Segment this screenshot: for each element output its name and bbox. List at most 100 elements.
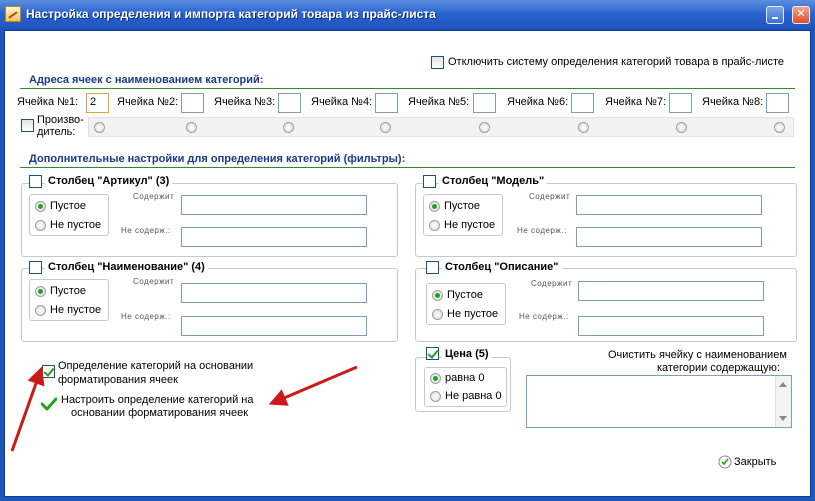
cell-7-label: Ячейка №7: — [605, 96, 667, 108]
close-window-button[interactable]: ✕ — [792, 6, 810, 24]
manufacturer-label-2: дитель: — [37, 126, 76, 138]
price-eq-label: равна 0 — [445, 372, 485, 384]
name-checkbox[interactable] — [29, 261, 42, 274]
cell-6-label: Ячейка №6: — [507, 96, 569, 108]
filters-section-title: Дополнительные настройки для определения… — [29, 153, 406, 165]
article-not-empty-radio[interactable] — [35, 220, 46, 231]
close-action-icon — [718, 455, 732, 469]
article-not-empty-label: Не пустое — [50, 219, 102, 231]
description-radio-box: Пустое Не пустое — [426, 283, 506, 325]
price-radio-box: равна 0 Не равна 0 — [424, 367, 507, 407]
cell-1-label: Ячейка №1: — [17, 96, 79, 108]
cell-4-input[interactable] — [375, 93, 398, 113]
price-eq-radio[interactable] — [430, 373, 441, 384]
window-title: Настройка определения и импорта категори… — [26, 7, 436, 21]
clear-cell-textarea[interactable] — [526, 375, 792, 428]
model-contains-input[interactable] — [576, 195, 762, 215]
manufacturer-radio-5[interactable] — [479, 122, 490, 133]
cells-section-divider — [20, 88, 795, 89]
manufacturer-radio-1[interactable] — [94, 122, 105, 133]
filters-section-divider — [20, 167, 795, 168]
description-empty-label: Пустое — [447, 289, 483, 301]
model-radio-box: Пустое Не пустое — [423, 194, 503, 236]
cell-2-label: Ячейка №2: — [117, 96, 179, 108]
name-radio-box: Пустое Не пустое — [29, 279, 109, 321]
model-not-contains-input[interactable] — [576, 227, 762, 247]
cell-8-input[interactable] — [766, 93, 789, 113]
scroll-down-icon[interactable] — [779, 416, 787, 421]
minimize-icon — [772, 17, 778, 19]
name-empty-radio[interactable] — [35, 286, 46, 297]
manufacturer-radio-8[interactable] — [774, 122, 785, 133]
description-checkbox[interactable] — [426, 261, 439, 274]
cell-2-input[interactable] — [181, 93, 204, 113]
annotation-arrows — [10, 365, 358, 452]
cell-7-input[interactable] — [669, 93, 692, 113]
clear-cell-scrollbar[interactable] — [775, 376, 791, 427]
article-contains-label: Содержит — [133, 192, 175, 201]
article-title: Столбец "Артикул" (3) — [45, 175, 173, 187]
description-not-empty-radio[interactable] — [432, 309, 443, 320]
description-not-contains-label: Не содерж.: — [519, 312, 569, 321]
manufacturer-checkbox[interactable] — [21, 119, 34, 132]
article-contains-input[interactable] — [181, 195, 367, 215]
name-not-contains-input[interactable] — [181, 316, 367, 336]
annotation-arrow-left — [10, 366, 45, 452]
cell-4-label: Ячейка №4: — [311, 96, 373, 108]
model-not-empty-radio[interactable] — [429, 220, 440, 231]
cell-1-input[interactable]: 2 — [86, 93, 109, 113]
cells-section-title: Адреса ячеек с наименованием категорий: — [29, 74, 264, 86]
description-not-contains-input[interactable] — [578, 316, 764, 336]
price-title: Цена (5) — [442, 348, 492, 360]
model-checkbox[interactable] — [423, 175, 436, 188]
app-icon — [5, 6, 21, 22]
model-not-empty-label: Не пустое — [444, 219, 496, 231]
disable-system-checkbox[interactable] — [431, 56, 444, 69]
name-not-empty-label: Не пустое — [50, 304, 102, 316]
manufacturer-radio-7[interactable] — [676, 122, 687, 133]
cell-3-label: Ячейка №3: — [214, 96, 276, 108]
name-not-contains-label: Не содерж.: — [121, 312, 171, 321]
disable-system-label: Отключить систему определения категорий … — [448, 56, 785, 68]
dialog-body: Отключить систему определения категорий … — [4, 30, 811, 497]
description-empty-radio[interactable] — [432, 290, 443, 301]
manufacturer-label-1: Произво- — [37, 114, 84, 126]
article-empty-radio[interactable] — [35, 201, 46, 212]
name-title: Столбец "Наименование" (4) — [45, 261, 208, 273]
price-checkbox[interactable] — [426, 347, 439, 360]
description-not-empty-label: Не пустое — [447, 308, 499, 320]
scroll-up-icon[interactable] — [779, 382, 787, 387]
clear-cell-label-1: Очистить ячейку с наименованием — [608, 349, 787, 361]
manufacturer-radio-6[interactable] — [578, 122, 589, 133]
article-empty-label: Пустое — [50, 200, 86, 212]
article-checkbox[interactable] — [29, 175, 42, 188]
article-not-contains-label: Не содерж.: — [121, 226, 171, 235]
article-radio-box: Пустое Не пустое — [29, 194, 109, 236]
manufacturer-radio-2[interactable] — [186, 122, 197, 133]
title-bar[interactable]: Настройка определения и импорта категори… — [0, 0, 815, 30]
model-empty-label: Пустое — [444, 200, 480, 212]
cell-6-input[interactable] — [571, 93, 594, 113]
cell-3-input[interactable] — [278, 93, 301, 113]
name-contains-input[interactable] — [181, 283, 367, 303]
close-icon: ✕ — [796, 8, 806, 20]
cell-8-label: Ячейка №8: — [702, 96, 764, 108]
name-empty-label: Пустое — [50, 285, 86, 297]
name-not-empty-radio[interactable] — [35, 305, 46, 316]
model-contains-label: Содержит — [529, 192, 571, 201]
minimize-button[interactable] — [766, 6, 784, 24]
cell-5-input[interactable] — [473, 93, 496, 113]
model-empty-radio[interactable] — [429, 201, 440, 212]
manufacturer-radio-strip — [88, 117, 794, 137]
description-title: Столбец "Описание" — [442, 261, 562, 273]
price-neq-label: Не равна 0 — [445, 390, 502, 402]
clear-cell-label-2: категории содержащую: — [657, 362, 780, 374]
manufacturer-radio-3[interactable] — [283, 122, 294, 133]
price-neq-radio[interactable] — [430, 391, 441, 402]
name-contains-label: Содержит — [133, 277, 175, 286]
article-not-contains-input[interactable] — [181, 227, 367, 247]
description-contains-input[interactable] — [578, 281, 764, 301]
description-contains-label: Содержит — [531, 279, 573, 288]
manufacturer-radio-4[interactable] — [380, 122, 391, 133]
close-button[interactable]: Закрыть — [734, 456, 776, 468]
